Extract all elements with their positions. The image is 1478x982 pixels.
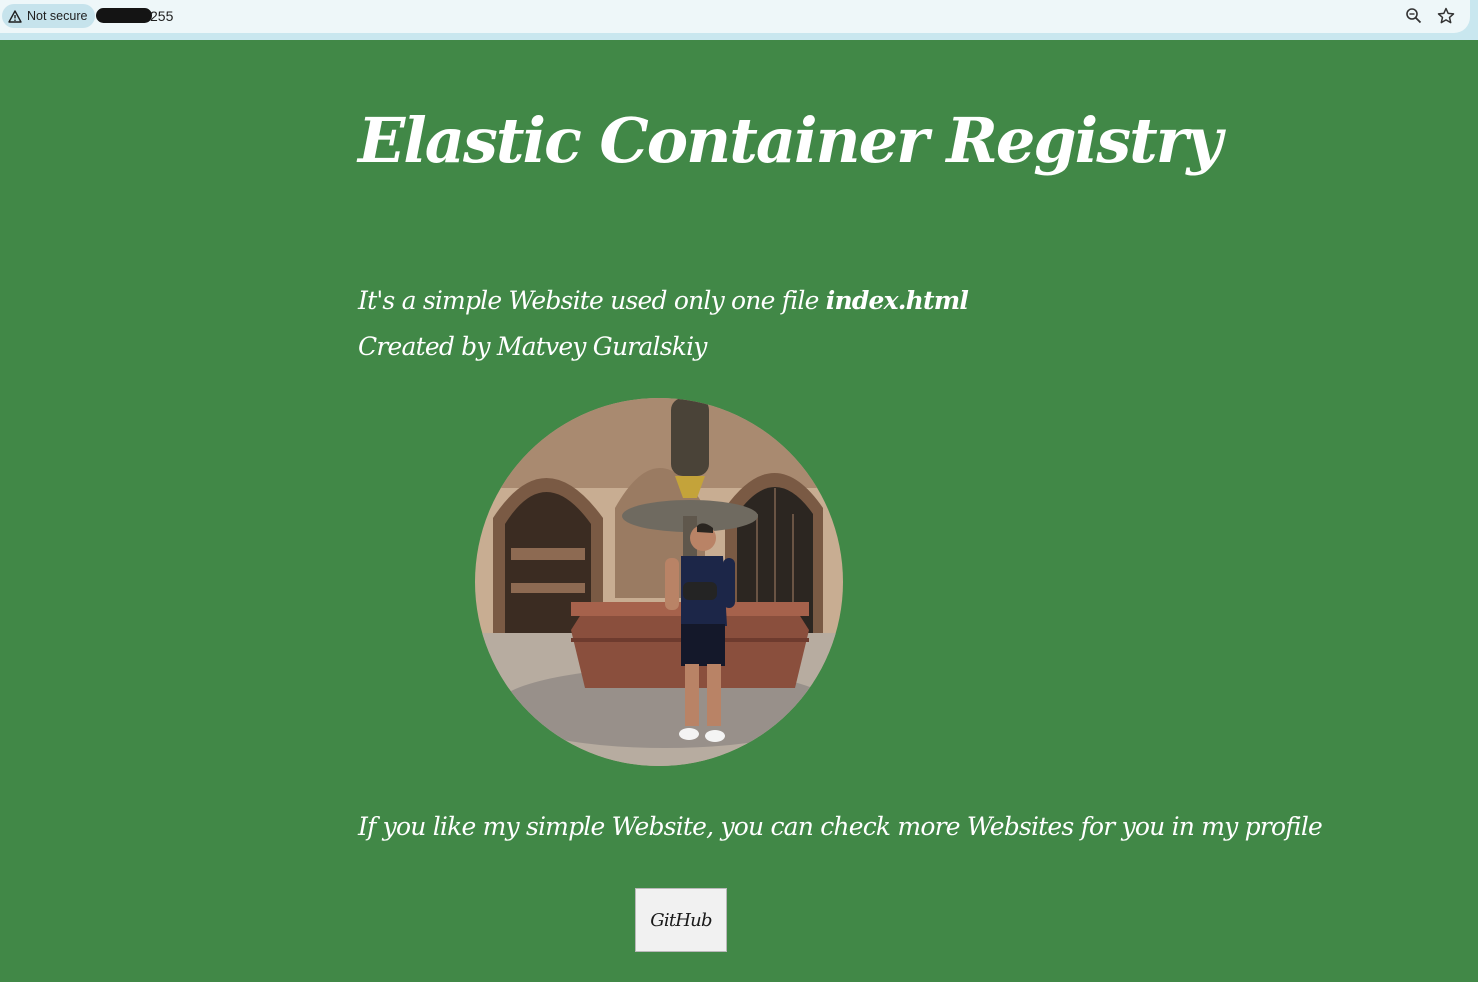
bookmark-star-icon[interactable] bbox=[1436, 6, 1456, 26]
page-title: Elastic Container Registry bbox=[358, 104, 1222, 177]
profile-photo bbox=[475, 398, 843, 766]
intro-line-1: It's a simple Website used only one file… bbox=[358, 278, 969, 324]
filename-highlight: index.html bbox=[825, 286, 969, 315]
browser-toolbar: Not secure 255 bbox=[0, 0, 1478, 40]
page-body: Elastic Container Registry It's a simple… bbox=[0, 40, 1478, 982]
zoom-icon[interactable] bbox=[1404, 6, 1424, 26]
url-redaction bbox=[96, 8, 152, 23]
url-text[interactable]: 255 bbox=[150, 8, 173, 24]
author-line: Created by Matvey Guralskiy bbox=[358, 332, 707, 361]
profile-cta-text: If you like my simple Website, you can c… bbox=[358, 812, 1323, 841]
security-label: Not secure bbox=[27, 9, 88, 23]
warning-icon bbox=[8, 9, 22, 23]
security-indicator[interactable]: Not secure bbox=[2, 4, 96, 28]
github-button[interactable]: GitHub bbox=[635, 888, 727, 952]
intro-line-1-text: It's a simple Website used only one file bbox=[358, 286, 826, 315]
intro-text: It's a simple Website used only one file… bbox=[358, 278, 969, 370]
address-bar[interactable]: Not secure 255 bbox=[0, 0, 1470, 33]
